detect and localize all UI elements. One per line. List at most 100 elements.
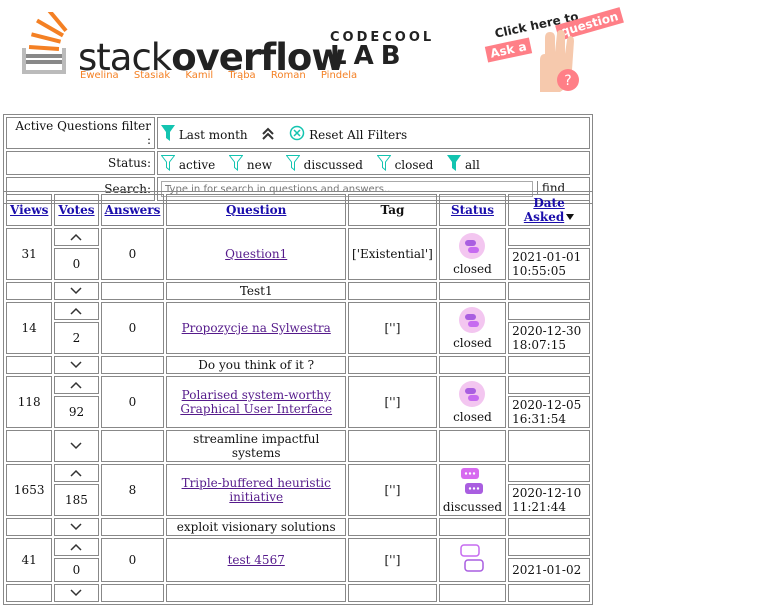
status-filter-all[interactable]: all (447, 154, 480, 172)
vote-down-button[interactable] (54, 584, 99, 602)
answers-cell: 0 (100, 302, 165, 354)
chevron-up-icon (70, 233, 82, 241)
vote-up-button[interactable] (54, 464, 99, 482)
empty-cell (438, 518, 507, 536)
votes-count-cell: 0 (54, 248, 99, 280)
chevron-up-icon (70, 469, 82, 477)
funnel-outline-icon (228, 154, 244, 171)
ask-question-button[interactable]: Click here to Ask a question ? (484, 7, 642, 96)
question-link[interactable]: Propozycje na Sylwestra (182, 321, 331, 335)
status-filter-closed[interactable]: closed (376, 154, 433, 172)
question-cell: Triple-buffered heuristic initiative (166, 464, 347, 516)
stack-logo-icon (22, 12, 68, 74)
chevron-down-icon (70, 523, 82, 531)
date-cell: 2021-01-01 10:55:05 (508, 248, 590, 280)
vote-down-button[interactable] (54, 356, 99, 374)
chevron-down-icon (70, 361, 82, 369)
status-filter-active[interactable]: active (160, 154, 215, 172)
column-header-answers[interactable]: Answers (100, 194, 165, 226)
status-text: closed (453, 409, 492, 424)
table-row-message: exploit visionary solutions (6, 518, 590, 536)
empty-cell (438, 356, 507, 374)
vote-down-button[interactable] (54, 430, 99, 462)
question-link[interactable]: Question1 (225, 247, 287, 261)
column-header-votes[interactable]: Votes (54, 194, 99, 226)
empty-cell (100, 282, 165, 300)
empty-cell (348, 356, 437, 374)
empty-cell (348, 430, 437, 462)
empty-cell (6, 430, 53, 462)
column-header-date[interactable]: Date Asked (508, 194, 590, 226)
date-cell: 2020-12-10 11:21:44 (508, 484, 590, 516)
chevron-up-icon (70, 307, 82, 315)
votes-count-cell: 92 (54, 396, 99, 428)
status-closed-icon (459, 232, 486, 259)
empty-cell (6, 282, 53, 300)
status-discussed-icon (461, 467, 484, 494)
stackoverflow-logo[interactable]: stackoverflow Ewelina Stasiak Kamil Trąb… (22, 12, 357, 92)
funnel-outline-icon (376, 154, 392, 171)
codecool-lab-logo: CODECOOL LAB (330, 30, 435, 71)
empty-cell (100, 356, 165, 374)
date-cell: 2020-12-30 18:07:15 (508, 322, 590, 354)
reset-filter-icon (290, 125, 305, 140)
status-cell: discussed (438, 464, 507, 516)
chevron-down-icon (70, 287, 82, 295)
table-row-message: Do you think of it ? (6, 356, 590, 374)
column-header-views[interactable]: Views (6, 194, 53, 226)
empty-cell (100, 430, 165, 462)
double-chevron-up-icon (262, 127, 275, 140)
tag-cell: ['Existential'] (348, 228, 437, 280)
message-cell (166, 584, 347, 602)
date-cell: 2020-12-05 16:31:54 (508, 396, 590, 428)
message-cell: exploit visionary solutions (166, 518, 347, 536)
vote-up-button[interactable] (54, 302, 99, 320)
empty-cell (438, 430, 507, 462)
vote-down-button[interactable] (54, 518, 99, 536)
chevron-up-icon (70, 543, 82, 551)
empty-cell (100, 518, 165, 536)
empty-cell (438, 584, 507, 602)
date-empty-cell (508, 376, 590, 394)
column-header-status[interactable]: Status (438, 194, 507, 226)
funnel-outline-icon (160, 154, 176, 171)
question-cell: Propozycje na Sylwestra (166, 302, 347, 354)
question-link[interactable]: test 4567 (228, 553, 285, 567)
date-empty-cell (508, 228, 590, 246)
reset-filters-button[interactable]: Reset All Filters (289, 125, 407, 142)
question-cell: Polarised system-worthy Graphical User I… (166, 376, 347, 428)
vote-down-button[interactable] (54, 282, 99, 300)
message-cell: Test1 (166, 282, 347, 300)
table-row: 14 0 Propozycje na Sylwestra [''] closed (6, 302, 590, 354)
status-filter-label: Status: (6, 151, 155, 175)
collapse-filter-button[interactable] (261, 127, 275, 142)
filter-last-month[interactable]: Last month (161, 124, 248, 142)
tag-cell: [''] (348, 538, 437, 582)
answers-cell: 0 (100, 228, 165, 280)
chevron-down-icon (70, 589, 82, 597)
question-cell: test 4567 (166, 538, 347, 582)
votes-count-cell: 0 (54, 558, 99, 582)
status-closed-icon (459, 380, 486, 407)
status-filter-discussed[interactable]: discussed (285, 154, 363, 172)
column-header-tag: Tag (348, 194, 437, 226)
authors-text: Ewelina Stasiak Kamil Trąba Roman Pindel… (80, 70, 358, 81)
vote-up-button[interactable] (54, 538, 99, 556)
vote-up-button[interactable] (54, 228, 99, 246)
status-filter-new[interactable]: new (228, 154, 272, 172)
empty-cell (508, 518, 590, 536)
table-row: 31 0 Question1 ['Existential'] closed (6, 228, 590, 280)
column-header-question[interactable]: Question (166, 194, 347, 226)
table-row: 118 0 Polarised system-worthy Graphical Us… (6, 376, 590, 428)
question-link[interactable]: Polarised system-worthy Graphical User I… (180, 388, 332, 416)
votes-count-cell: 185 (54, 484, 99, 516)
date-empty-cell (508, 464, 590, 482)
funnel-icon (161, 124, 175, 141)
tag-cell: [''] (348, 464, 437, 516)
question-link[interactable]: Triple-buffered heuristic initiative (182, 476, 331, 504)
views-cell: 1653 (6, 464, 53, 516)
table-row-message: streamline impactful systems (6, 430, 590, 462)
table-row: 1653 8 Triple-buffered heuristic initiativ… (6, 464, 590, 516)
message-cell: streamline impactful systems (166, 430, 347, 462)
vote-up-button[interactable] (54, 376, 99, 394)
